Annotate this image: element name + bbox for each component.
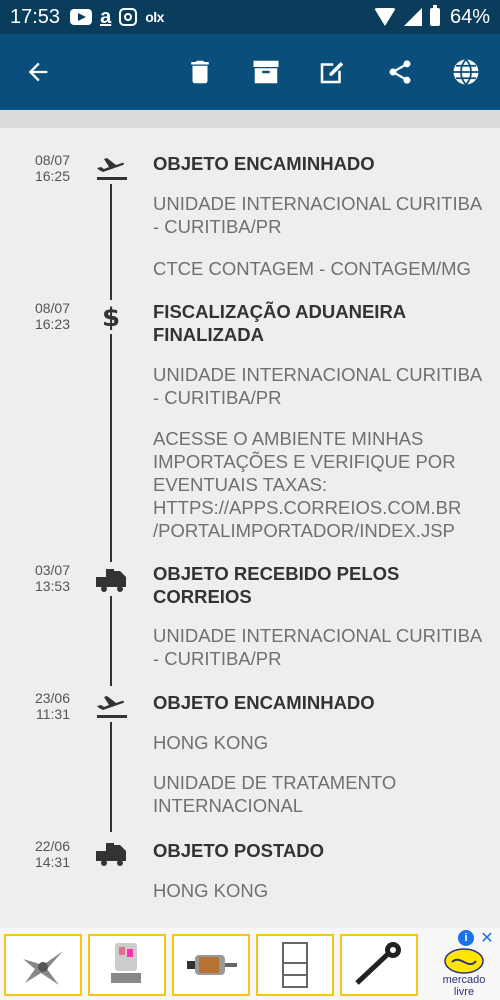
signal-icon <box>403 8 422 26</box>
truck-icon <box>92 836 130 870</box>
edit-button[interactable] <box>312 52 352 92</box>
amazon-icon: a <box>100 6 112 28</box>
event-detail: UNIDADE INTERNACIONAL CURITIBA - CURITIB… <box>153 625 482 669</box>
shelf-rack-icon <box>282 942 308 988</box>
event-title: OBJETO ENCAMINHADO <box>153 692 375 713</box>
archive-icon <box>253 60 279 84</box>
motor-icon <box>187 955 237 975</box>
blender-parts-icon <box>111 943 141 983</box>
ad-product-thumbnail[interactable] <box>340 934 418 996</box>
battery-percent: 64% <box>449 5 490 28</box>
airplane-icon <box>92 150 130 184</box>
shaft-part-icon <box>355 942 401 985</box>
handshake-icon <box>444 948 484 974</box>
timeline-connector <box>110 592 112 686</box>
blender-blade-icon <box>23 951 63 985</box>
timeline-connector <box>110 182 112 304</box>
status-bar: 17:53 a olx 64% <box>0 0 500 34</box>
truck-icon <box>92 562 130 596</box>
ad-product-thumbnail[interactable] <box>88 934 166 996</box>
ad-product-thumbnail[interactable] <box>256 934 334 996</box>
globe-button[interactable] <box>446 52 486 92</box>
event-date: 22/06 14:31 <box>34 838 70 870</box>
event-detail: UNIDADE INTERNACIONAL CURITIBA - CURITIB… <box>153 364 482 408</box>
event-title: OBJETO ENCAMINHADO <box>153 153 375 174</box>
event-title: OBJETO RECEBIDO PELOS CORREIOS <box>153 563 400 607</box>
ad-info-icon[interactable]: i <box>458 930 474 946</box>
timeline-connector <box>110 720 112 832</box>
ad-product-thumbnail[interactable] <box>4 934 82 996</box>
delete-button[interactable] <box>180 52 220 92</box>
ad-close-icon[interactable]: ✕ <box>478 930 496 948</box>
olx-icon: olx <box>145 9 164 25</box>
share-icon <box>389 60 411 84</box>
status-time: 17:53 <box>10 5 61 28</box>
event-date: 08/07 16:23 <box>34 300 70 332</box>
brand-name: mercado livre <box>442 974 486 998</box>
back-button[interactable] <box>18 52 58 92</box>
event-detail: HONG KONG <box>153 732 269 753</box>
dollar-icon: $ <box>92 300 130 334</box>
instagram-icon <box>119 8 138 26</box>
app-toolbar <box>0 34 500 110</box>
event-detail: ACESSE O AMBIENTE MINHAS IMPORTAÇÕES E V… <box>153 428 462 541</box>
event-detail: UNIDADE INTERNACIONAL CURITIBA - CURITIB… <box>153 193 482 237</box>
back-arrow-icon <box>28 62 48 82</box>
event-title: OBJETO POSTADO <box>153 840 324 861</box>
event-detail: CTCE CONTAGEM - CONTAGEM/MG <box>153 258 471 279</box>
event-detail: HONG KONG <box>153 880 269 901</box>
edit-icon <box>320 62 344 84</box>
event-detail: UNIDADE DE TRATAMENTO INTERNACIONAL <box>153 772 397 816</box>
event-date: 23/06 11:31 <box>34 690 70 722</box>
airplane-icon <box>92 688 130 722</box>
share-button[interactable] <box>380 52 420 92</box>
archive-button[interactable] <box>246 52 286 92</box>
timeline-connector <box>110 332 112 562</box>
youtube-icon <box>70 9 93 25</box>
header-divider <box>0 110 500 128</box>
event-date: 03/07 13:53 <box>34 562 70 594</box>
event-date: 08/07 16:25 <box>34 152 70 184</box>
ad-product-thumbnail[interactable] <box>172 934 250 996</box>
trash-icon <box>191 60 209 84</box>
ad-banner[interactable]: mercado livre i ✕ <box>0 928 500 1000</box>
globe-icon <box>453 58 479 86</box>
battery-icon <box>429 5 440 26</box>
svg-text:$: $ <box>102 303 120 332</box>
event-title: FISCALIZAÇÃO ADUANEIRA FINALIZADA <box>153 301 406 345</box>
wifi-icon <box>373 8 396 26</box>
